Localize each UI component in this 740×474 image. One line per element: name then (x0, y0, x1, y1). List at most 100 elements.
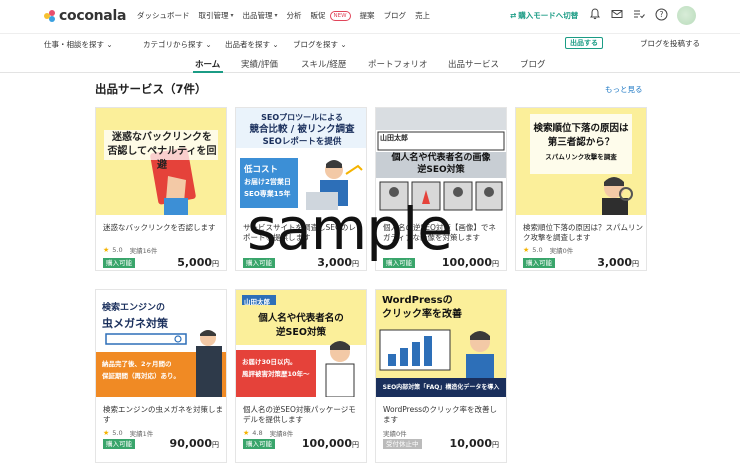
mode-switch-button[interactable]: ⇄ 購入モードへ切替 (510, 10, 578, 21)
price-value: 10,000 (449, 437, 492, 450)
thumb-caption: 第三者認から？ (547, 137, 615, 148)
service-title: 個人名の逆SEO対策パッケージモデルを提供します (243, 405, 356, 424)
service-card[interactable]: 検索エンジンの 虫メガネ対策 納品完了後、2ヶ月間の 保証期間（再対応）あり。 … (95, 289, 227, 463)
thumb-caption: 保証期間（再対応）あり。 (102, 372, 180, 380)
nav-blog[interactable]: ブログ (384, 10, 407, 21)
status-badge: 購入可能 (523, 258, 555, 268)
subnav-find-category[interactable]: カテゴリから探す ⌄ (143, 39, 212, 50)
tab-home[interactable]: ホーム (195, 58, 220, 70)
thumb-caption: 山田太郎 (380, 134, 408, 142)
subnav-label: 仕事・相談を探す (44, 40, 104, 49)
service-thumbnail: 山田太郎 個人名や代表者名の 逆SEO対策 お届け30日以内。 風評被害対策歴1… (236, 290, 366, 397)
logo-mark-icon (44, 10, 56, 22)
thumb-caption: WordPressの (382, 295, 453, 306)
thumb-caption: 競合比較 / 被リンク調査 (249, 124, 355, 135)
service-thumbnail: WordPressの クリック率を改善 SEO内部対策「FAQ」構造化データを導… (376, 290, 506, 397)
tab-skills[interactable]: スキル/経歴 (301, 58, 346, 70)
service-title: 迷惑なバックリンクを否認します (103, 223, 216, 232)
thumb-caption: 逆SEO対策 (276, 327, 326, 338)
service-card[interactable]: WordPressの クリック率を改善 SEO内部対策「FAQ」構造化データを導… (375, 289, 507, 463)
price: 3,000円 (597, 256, 639, 269)
chevron-down-icon: ⌄ (340, 40, 347, 49)
thumb-caption: 風評被害対策歴10年～ (242, 370, 310, 378)
nav-proposals[interactable]: 提案 (360, 10, 375, 21)
nav-promotion[interactable]: 販促 NEW (311, 10, 351, 21)
post-blog-link[interactable]: ブログを投稿する (640, 38, 700, 49)
service-card[interactable]: 迷惑なバックリンクを 否認してペナルティを回避 迷惑なバックリンクを否認します … (95, 107, 227, 271)
rating: ★ 5.0 実績0件 (523, 245, 573, 255)
checklist-icon[interactable] (632, 7, 646, 21)
thumb-caption: 迷惑なバックリンクを (112, 132, 212, 143)
nav-sales[interactable]: 売上 (415, 10, 430, 21)
sub-nav: 仕事・相談を探す ⌄ カテゴリから探す ⌄ 出品者を探す ⌄ ブログを探す ⌄ (0, 33, 740, 53)
brand-logo[interactable]: coconala (44, 8, 126, 24)
nav-label: 取引管理 (198, 11, 229, 20)
subnav-label: 出品者を探す (225, 40, 270, 49)
rating-value: 5.0 (532, 246, 543, 254)
sell-button[interactable]: 出品する (565, 37, 603, 49)
tab-reviews[interactable]: 実績/評価 (241, 58, 278, 70)
active-tab-indicator (193, 71, 223, 73)
subnav-find-jobs[interactable]: 仕事・相談を探す ⌄ (44, 39, 113, 50)
tab-portfolio[interactable]: ポートフォリオ (368, 58, 428, 70)
nav-label: 販促 (310, 11, 326, 20)
thumb-caption: 逆SEO対策 (417, 165, 465, 175)
sales-count: 実績0件 (549, 247, 574, 255)
status-badge: 購入可能 (243, 439, 275, 449)
service-thumbnail: 検索順位下落の原因は 第三者認から？ スパムリンク攻撃を調査 (516, 108, 646, 215)
sales-count: 実績1件 (129, 430, 154, 438)
thumb-caption: スパムリンク攻撃を調査 (545, 153, 617, 161)
star-icon: ★ (243, 429, 250, 437)
nav-label: ブログ (383, 11, 407, 20)
rating: ★ 5.0 実績16件 (103, 245, 157, 255)
chevron-down-icon: ⌄ (272, 40, 279, 49)
thumb-caption: 検索順位下落の原因は (533, 123, 629, 134)
svg-text:?: ? (659, 10, 663, 19)
price: 100,000円 (301, 437, 359, 450)
see-more-link[interactable]: もっと見る (605, 84, 643, 95)
sample-watermark: sample (247, 195, 453, 263)
price-value: 100,000 (301, 437, 352, 450)
nav-dashboard[interactable]: ダッシュボード (137, 10, 190, 21)
service-card[interactable]: 検索順位下落の原因は 第三者認から？ スパムリンク攻撃を調査 検索順位下落の原因… (515, 107, 647, 271)
chevron-down-icon: ⌄ (106, 40, 113, 49)
service-card[interactable]: 山田太郎 個人名や代表者名の 逆SEO対策 お届け30日以内。 風評被害対策歴1… (235, 289, 367, 463)
thumb-caption: 個人名や代表者名の (258, 313, 344, 324)
thumb-caption: お届け2営業日 (244, 178, 291, 186)
subnav-find-blogs[interactable]: ブログを探す ⌄ (293, 39, 347, 50)
star-icon: ★ (103, 246, 110, 254)
tab-services[interactable]: 出品サービス (448, 58, 499, 70)
service-title: 検索エンジンの虫メガネを対策します (103, 405, 223, 424)
chevron-down-icon: ▾ (230, 12, 234, 19)
rating: 実績0件 (383, 428, 407, 438)
subnav-find-sellers[interactable]: 出品者を探す ⌄ (225, 39, 279, 50)
help-icon[interactable]: ? (654, 7, 668, 21)
thumb-caption: SEOレポートを提供 (262, 137, 342, 147)
thumb-caption: 山田太郎 (244, 298, 270, 306)
tab-blog[interactable]: ブログ (520, 58, 546, 70)
thumb-caption: SEO内部対策「FAQ」構造化データを導入 (382, 384, 500, 391)
thumb-caption: お届け30日以内。 (242, 358, 297, 366)
nav-label: 分析 (286, 11, 302, 20)
service-thumbnail: 検索エンジンの 虫メガネ対策 納品完了後、2ヶ月間の 保証期間（再対応）あり。 (96, 290, 226, 397)
nav-label: 提案 (359, 11, 375, 20)
status-badge: 購入可能 (103, 439, 135, 449)
star-icon: ★ (103, 429, 110, 437)
price: 10,000円 (449, 437, 499, 450)
rating-value: 5.0 (112, 429, 123, 437)
nav-analytics[interactable]: 分析 (287, 10, 302, 21)
mail-icon[interactable] (610, 7, 624, 21)
thumb-caption: SEOプロツールによる (261, 113, 343, 122)
price-value: 90,000 (169, 437, 212, 450)
nav-listings[interactable]: 出品管理 ▾ (243, 10, 278, 21)
thumb-caption: 否認してペナルティを回避 (107, 146, 217, 171)
nav-label: ダッシュボード (137, 11, 190, 20)
brand-name: coconala (59, 8, 127, 24)
service-thumbnail: 迷惑なバックリンクを 否認してペナルティを回避 (96, 108, 226, 215)
top-header: coconala ダッシュボード 取引管理 ▾ 出品管理 ▾ 分析 販促 NEW 提案… (0, 0, 740, 32)
bell-icon[interactable] (588, 7, 602, 21)
nav-transactions[interactable]: 取引管理 ▾ (199, 10, 234, 21)
service-title: 検索順位下落の原因は？スパムリンク攻撃を調査します (523, 223, 643, 242)
user-avatar[interactable] (677, 6, 696, 25)
service-title: WordPressのクリック率を改善します (383, 405, 498, 424)
